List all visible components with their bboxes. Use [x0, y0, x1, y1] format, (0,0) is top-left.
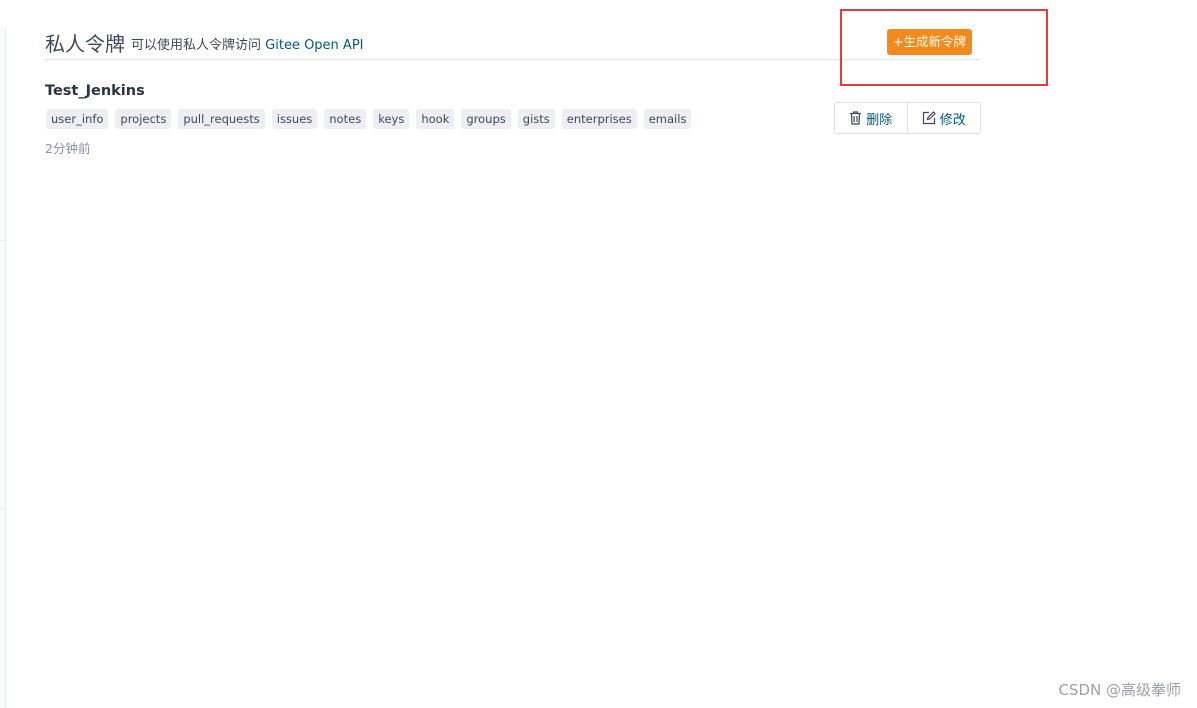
scope-tag: projects: [115, 109, 172, 129]
scope-tag: keys: [373, 109, 410, 129]
subtitle-text: 可以使用私人令牌访问: [131, 38, 262, 53]
delete-token-button[interactable]: 删除: [835, 103, 908, 133]
token-created-time: 2分钟前: [45, 141, 91, 156]
scope-tag: hook: [416, 109, 455, 129]
csdn-watermark: CSDN @高级拳师: [1058, 681, 1181, 699]
edit-icon: [922, 111, 936, 125]
token-name: Test_Jenkins: [45, 83, 145, 99]
edit-token-button[interactable]: 修改: [908, 103, 981, 133]
page-title: 私人令牌: [45, 32, 125, 56]
delete-label: 删除: [866, 112, 893, 128]
sidebar-divider: [0, 508, 6, 509]
scope-tag: user_info: [46, 109, 109, 129]
scope-tag: gists: [517, 109, 555, 129]
annotation-highlight-box: [840, 9, 1048, 86]
trash-icon: [849, 111, 862, 125]
scope-tag: pull_requests: [178, 109, 265, 129]
scope-tag: issues: [271, 109, 318, 129]
scope-tag: enterprises: [561, 109, 637, 129]
scope-tag: notes: [324, 109, 367, 129]
sidebar-divider: [0, 240, 6, 241]
gitee-open-api-link[interactable]: Gitee Open API: [265, 38, 363, 53]
page-subtitle: 可以使用私人令牌访问 Gitee Open API: [131, 34, 364, 53]
token-scope-list: user_info projects pull_requests issues note…: [46, 109, 692, 129]
scope-tag: emails: [643, 109, 692, 129]
edit-label: 修改: [939, 112, 966, 128]
token-actions: 删除 修改: [834, 102, 981, 134]
left-sidebar-edge: [0, 28, 6, 708]
scope-tag: groups: [461, 109, 511, 129]
